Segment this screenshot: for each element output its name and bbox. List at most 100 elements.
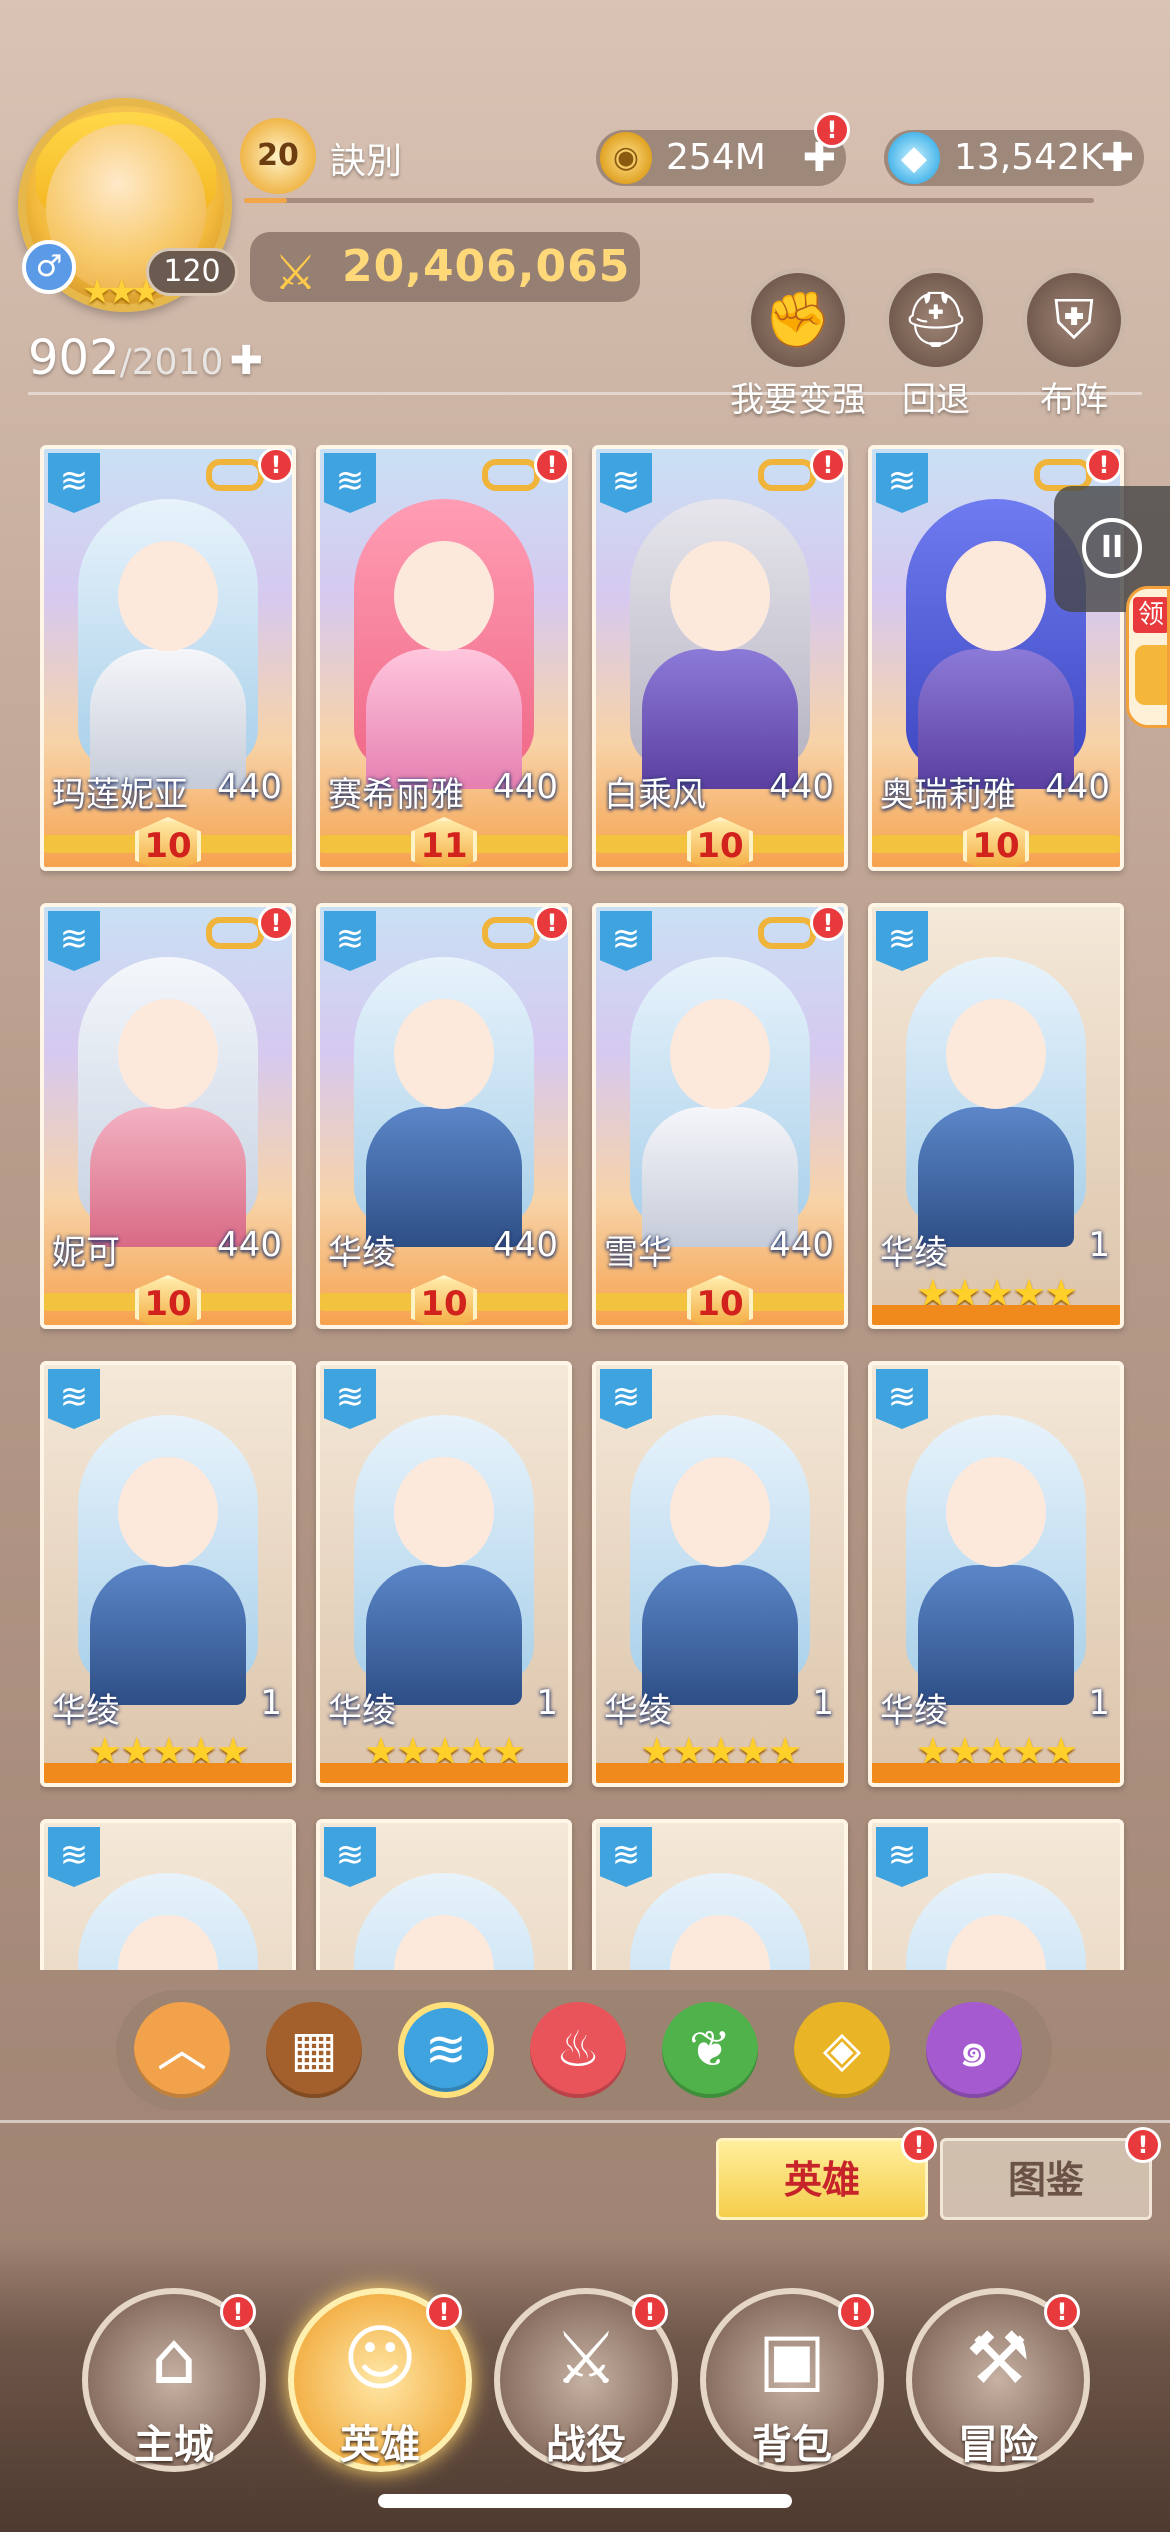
hero-name: 华绫	[52, 1691, 120, 1731]
hero-face	[394, 541, 494, 651]
hero-alert-badge: !	[810, 449, 844, 483]
gold-counter[interactable]: ◉ 254M ✚ !	[596, 112, 850, 186]
hero-card[interactable]: ≋	[592, 1819, 848, 1970]
hero-card[interactable]: ≋! 华绫 440 10	[316, 903, 572, 1329]
hero-card[interactable]: ≋ 华绫 1 ★★★★★	[868, 1361, 1124, 1787]
hero-card-footer	[596, 1763, 844, 1783]
hero-card[interactable]: ≋ 华绫 1 ★★★★★	[316, 1361, 572, 1787]
nav-label: 主城	[134, 2422, 214, 2468]
hero-alert-badge: !	[258, 449, 292, 483]
hero-name: 华绫	[880, 1691, 948, 1731]
hero-level: 440	[217, 767, 282, 807]
link-chain-icon	[482, 459, 540, 491]
stamina-current: 902	[28, 330, 120, 386]
hero-card[interactable]: ≋	[40, 1819, 296, 1970]
hero-portrait	[606, 1395, 834, 1705]
gem-counter[interactable]: ◆ 13,542K ✚	[884, 130, 1144, 186]
hero-card-footer	[872, 1763, 1120, 1783]
filter-divider	[0, 2120, 1170, 2123]
hero-card[interactable]: ≋! 赛希丽雅 440 11	[316, 445, 572, 871]
hero-rank: 10	[411, 1275, 477, 1325]
gold-alert-badge: !	[814, 112, 850, 148]
nav-castle-button[interactable]: ⌂ 主城!	[82, 2288, 266, 2472]
hero-card[interactable]: ≋ 华绫 1 ★★★★★	[592, 1361, 848, 1787]
rank-wing-badge: 10	[320, 1275, 568, 1325]
wing-left-icon	[596, 835, 702, 853]
water-element-icon: ≋	[600, 1827, 652, 1887]
hero-face	[670, 1457, 770, 1567]
nav-alert-badge: !	[426, 2294, 462, 2330]
hero-name: 妮可	[52, 1233, 120, 1273]
nav-adventure-button[interactable]: ⚒ 冒险!	[906, 2288, 1090, 2472]
hero-portrait	[54, 937, 282, 1247]
wing-right-icon	[462, 835, 568, 853]
hero-face	[946, 999, 1046, 1109]
formation-button[interactable]: ⛨ 布阵	[1004, 268, 1144, 421]
rank-wing-badge: 10	[872, 817, 1120, 867]
retreat-button[interactable]: ⛑ 回退	[866, 268, 1006, 421]
nav-hero-button[interactable]: ☺ 英雄!	[288, 2288, 472, 2472]
nav-backpack-button[interactable]: ▣ 背包!	[700, 2288, 884, 2472]
nav-swords-button[interactable]: ⚔ 战役!	[494, 2288, 678, 2472]
water-element-icon: ≋	[876, 1827, 928, 1887]
water-element-icon: ≋	[48, 1369, 100, 1429]
hero-card[interactable]: ≋! 玛莲妮亚 440 10	[40, 445, 296, 871]
filter-water-button[interactable]: ≋	[398, 2002, 494, 2098]
tab-heroes-alert: !	[901, 2127, 937, 2163]
nav-alert-badge: !	[632, 2294, 668, 2330]
avatar-stars: ★★★	[82, 272, 161, 312]
exp-bar	[244, 198, 1094, 203]
hero-portrait	[54, 1395, 282, 1705]
hero-card[interactable]: ≋! 雪华 440 10	[592, 903, 848, 1329]
nav-label: 战役	[546, 2422, 626, 2468]
hero-card[interactable]: ≋	[868, 1819, 1124, 1970]
link-chain-icon	[758, 459, 816, 491]
tab-heroes-label: 英雄	[783, 2158, 860, 2202]
gold-coin-icon: ◉	[600, 132, 652, 184]
wing-right-icon	[462, 1293, 568, 1311]
retreat-label: 回退	[902, 380, 970, 420]
header-divider	[28, 392, 1142, 395]
hero-alert-badge: !	[534, 907, 568, 941]
stamina-counter[interactable]: 902/2010 ✚	[28, 330, 263, 386]
hero-face	[118, 541, 218, 651]
shield-icon: ⛨	[1022, 268, 1126, 372]
wing-right-icon	[186, 835, 292, 853]
hero-card[interactable]: ≋ 华绫 1 ★★★★★	[40, 1361, 296, 1787]
nav-label: 背包	[752, 2422, 832, 2468]
chevron-up-icon: ︿	[157, 2020, 207, 2078]
home-indicator[interactable]	[378, 2494, 792, 2508]
get-stronger-button[interactable]: ✊ 我要变强	[728, 268, 868, 421]
hero-name: 白乘风	[604, 775, 706, 815]
filter-light-button[interactable]: ◈	[794, 2002, 890, 2098]
hero-card[interactable]: ≋ 华绫 1 ★★★★★	[868, 903, 1124, 1329]
filter-collapse-button[interactable]: ︿	[134, 2002, 230, 2098]
side-reward-tab[interactable]: 领	[1126, 586, 1170, 728]
get-stronger-label: 我要变强	[730, 380, 866, 420]
wing-left-icon	[44, 835, 150, 853]
hero-card-footer	[872, 1305, 1120, 1325]
diamond-icon: ◆	[888, 132, 940, 184]
add-gem-icon[interactable]: ✚	[1100, 130, 1134, 186]
hero-card[interactable]: ≋! 白乘风 440 10	[592, 445, 848, 871]
filter-fire-button[interactable]: ♨	[530, 2002, 626, 2098]
add-stamina-icon[interactable]: ✚	[229, 338, 263, 384]
filter-all-button[interactable]: ▦	[266, 2002, 362, 2098]
fist-icon: ✊	[746, 268, 850, 372]
water-element-icon: ≋	[324, 453, 376, 513]
hero-card[interactable]: ≋! 妮可 440 10	[40, 903, 296, 1329]
filter-dark-button[interactable]: ๑	[926, 2002, 1022, 2098]
hero-face	[118, 1457, 218, 1567]
tab-heroes[interactable]: 英雄 !	[716, 2127, 937, 2220]
tab-codex-label: 图鉴	[1007, 2158, 1084, 2202]
formation-label: 布阵	[1040, 380, 1108, 420]
filter-wood-button[interactable]: ❦	[662, 2002, 758, 2098]
hero-face	[118, 999, 218, 1109]
tab-codex[interactable]: 图鉴 !	[940, 2127, 1161, 2220]
rank-wing-badge: 10	[596, 817, 844, 867]
hero-name: 华绫	[328, 1691, 396, 1731]
hero-card[interactable]: ≋	[316, 1819, 572, 1970]
link-chain-icon	[482, 917, 540, 949]
hero-face	[946, 541, 1046, 651]
wing-right-icon	[738, 1293, 844, 1311]
